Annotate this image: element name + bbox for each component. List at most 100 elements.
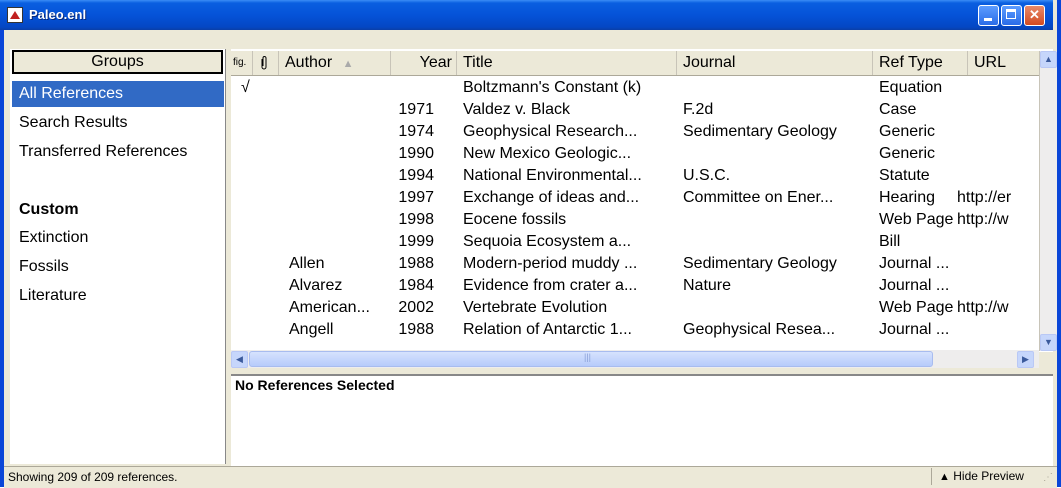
table-row[interactable]: Allen 1988 Modern-period muddy ... Sediment… xyxy=(231,253,1039,275)
row-title: Geophysical Research... xyxy=(463,123,638,140)
row-author: Alvarez xyxy=(289,277,343,294)
row-title: Eocene fossils xyxy=(463,211,567,228)
table-row[interactable]: Angell 1988 Relation of Antarctic 1... Geop… xyxy=(231,319,1039,341)
row-check: √ xyxy=(241,79,250,96)
row-title: Exchange of ideas and... xyxy=(463,189,640,206)
row-url: http://er xyxy=(957,189,1012,206)
column-url[interactable]: URL xyxy=(968,51,1039,75)
table-row[interactable]: 1990 New Mexico Geologic... Generic xyxy=(231,143,1039,165)
row-journal xyxy=(683,209,873,231)
column-ref-type[interactable]: Ref Type xyxy=(873,51,968,75)
row-title: Evidence from crater a... xyxy=(463,277,638,294)
row-url xyxy=(957,253,1043,275)
group-all-references[interactable]: All References xyxy=(12,81,224,107)
row-year: 1994 xyxy=(398,167,434,184)
close-button[interactable] xyxy=(1024,5,1045,26)
row-title: Boltzmann's Constant (k) xyxy=(463,79,642,96)
row-title: Vertebrate Evolution xyxy=(463,299,608,316)
column-year-label: Year xyxy=(419,54,452,71)
row-year: 2002 xyxy=(398,299,434,316)
title-bar[interactable]: Paleo.enl xyxy=(0,0,1053,30)
row-year xyxy=(394,77,434,99)
row-journal: U.S.C. xyxy=(683,167,731,184)
paperclip-icon[interactable] xyxy=(253,51,279,75)
status-text: Showing 209 of 209 references. xyxy=(8,470,178,484)
row-url xyxy=(957,143,1043,165)
table-row[interactable]: Alvarez 1984 Evidence from crater a... Natu… xyxy=(231,275,1039,297)
row-year: 1990 xyxy=(398,145,434,162)
scroll-up-button[interactable]: ▲ xyxy=(1040,51,1057,68)
row-year: 1974 xyxy=(398,123,434,140)
row-title: Modern-period muddy ... xyxy=(463,255,638,272)
row-title: Relation of Antarctic 1... xyxy=(463,321,632,338)
table-row[interactable]: √ Boltzmann's Constant (k) Equation xyxy=(231,77,1039,99)
row-title: Sequoia Ecosystem a... xyxy=(463,233,632,250)
row-journal xyxy=(683,77,873,99)
table-row[interactable]: 1971 Valdez v. Black F.2d Case xyxy=(231,99,1039,121)
row-title: Valdez v. Black xyxy=(463,101,571,118)
column-title[interactable]: Title xyxy=(457,51,677,75)
column-header-row: fig. Author ▲ Year Title Journal Ref Typ… xyxy=(231,51,1039,76)
window-title: Paleo.enl xyxy=(29,7,87,22)
scroll-down-button[interactable]: ▼ xyxy=(1040,334,1057,351)
horizontal-scroll-thumb[interactable] xyxy=(249,351,933,367)
group-extinction[interactable]: Extinction xyxy=(12,225,224,251)
row-author: Angell xyxy=(289,321,334,338)
row-journal xyxy=(683,143,873,165)
minimize-button[interactable] xyxy=(978,5,999,26)
custom-groups-heading[interactable]: Custom xyxy=(12,197,224,223)
scroll-right-button[interactable]: ▶ xyxy=(1017,351,1034,368)
groups-header[interactable]: Groups xyxy=(12,50,223,74)
horizontal-scrollbar[interactable]: ◀ ▶ xyxy=(231,350,1039,368)
paperclip-glyph xyxy=(261,56,267,70)
app-icon xyxy=(7,7,23,23)
row-year: 1988 xyxy=(398,255,434,272)
group-fossils[interactable]: Fossils xyxy=(12,254,224,280)
scroll-left-button[interactable]: ◀ xyxy=(231,351,248,368)
column-year[interactable]: Year xyxy=(391,51,457,75)
group-literature[interactable]: Literature xyxy=(12,283,224,309)
row-year: 1984 xyxy=(398,277,434,294)
maximize-button[interactable] xyxy=(1001,5,1022,26)
row-year: 1971 xyxy=(398,101,434,118)
row-url xyxy=(957,319,1043,341)
column-author-label: Author xyxy=(285,54,333,71)
row-url xyxy=(957,77,1043,99)
row-author: Allen xyxy=(289,255,325,272)
row-author: American... xyxy=(289,299,370,316)
group-transferred-references[interactable]: Transferred References xyxy=(12,139,224,165)
table-row[interactable]: 1999 Sequoia Ecosystem a... Bill xyxy=(231,231,1039,253)
column-author[interactable]: Author ▲ xyxy=(279,51,391,75)
row-journal: Geophysical Resea... xyxy=(683,321,836,338)
row-journal xyxy=(683,231,873,253)
resize-grip-icon[interactable]: ⋰ xyxy=(1043,472,1053,483)
table-row[interactable]: 1974 Geophysical Research... Sedimentary G… xyxy=(231,121,1039,143)
table-row[interactable]: 1998 Eocene fossils Web Page http://w xyxy=(231,209,1039,231)
row-url xyxy=(957,99,1043,121)
sort-ascending-icon: ▲ xyxy=(342,58,354,70)
row-title: New Mexico Geologic... xyxy=(463,145,632,162)
table-row[interactable]: 1997 Exchange of ideas and... Committee on… xyxy=(231,187,1039,209)
table-row[interactable]: American... 2002 Vertebrate Evolution Web P… xyxy=(231,297,1039,319)
column-journal[interactable]: Journal xyxy=(677,51,873,75)
arrow-up-icon: ▲ xyxy=(939,471,950,483)
vertical-scrollbar[interactable]: ▲ ▼ xyxy=(1039,51,1057,351)
table-row[interactable]: 1994 National Environmental... U.S.C. Statu… xyxy=(231,165,1039,187)
row-journal: Committee on Ener... xyxy=(683,189,834,206)
row-year: 1999 xyxy=(398,233,434,250)
hide-preview-label: Hide Preview xyxy=(953,469,1024,483)
hide-preview-button[interactable]: ▲ Hide Preview xyxy=(939,468,1024,486)
preview-text: No References Selected xyxy=(235,377,395,393)
row-url xyxy=(957,231,1043,253)
row-url xyxy=(957,121,1043,143)
row-title: National Environmental... xyxy=(463,167,642,184)
row-year: 1988 xyxy=(398,321,434,338)
group-search-results[interactable]: Search Results xyxy=(12,110,224,136)
figure-icon[interactable]: fig. xyxy=(231,51,253,75)
row-year: 1998 xyxy=(398,211,434,228)
row-url: http://w xyxy=(957,299,1009,316)
row-url xyxy=(957,165,1043,187)
row-year: 1997 xyxy=(398,189,434,206)
status-separator xyxy=(931,468,932,485)
row-journal: Sedimentary Geology xyxy=(683,123,837,140)
